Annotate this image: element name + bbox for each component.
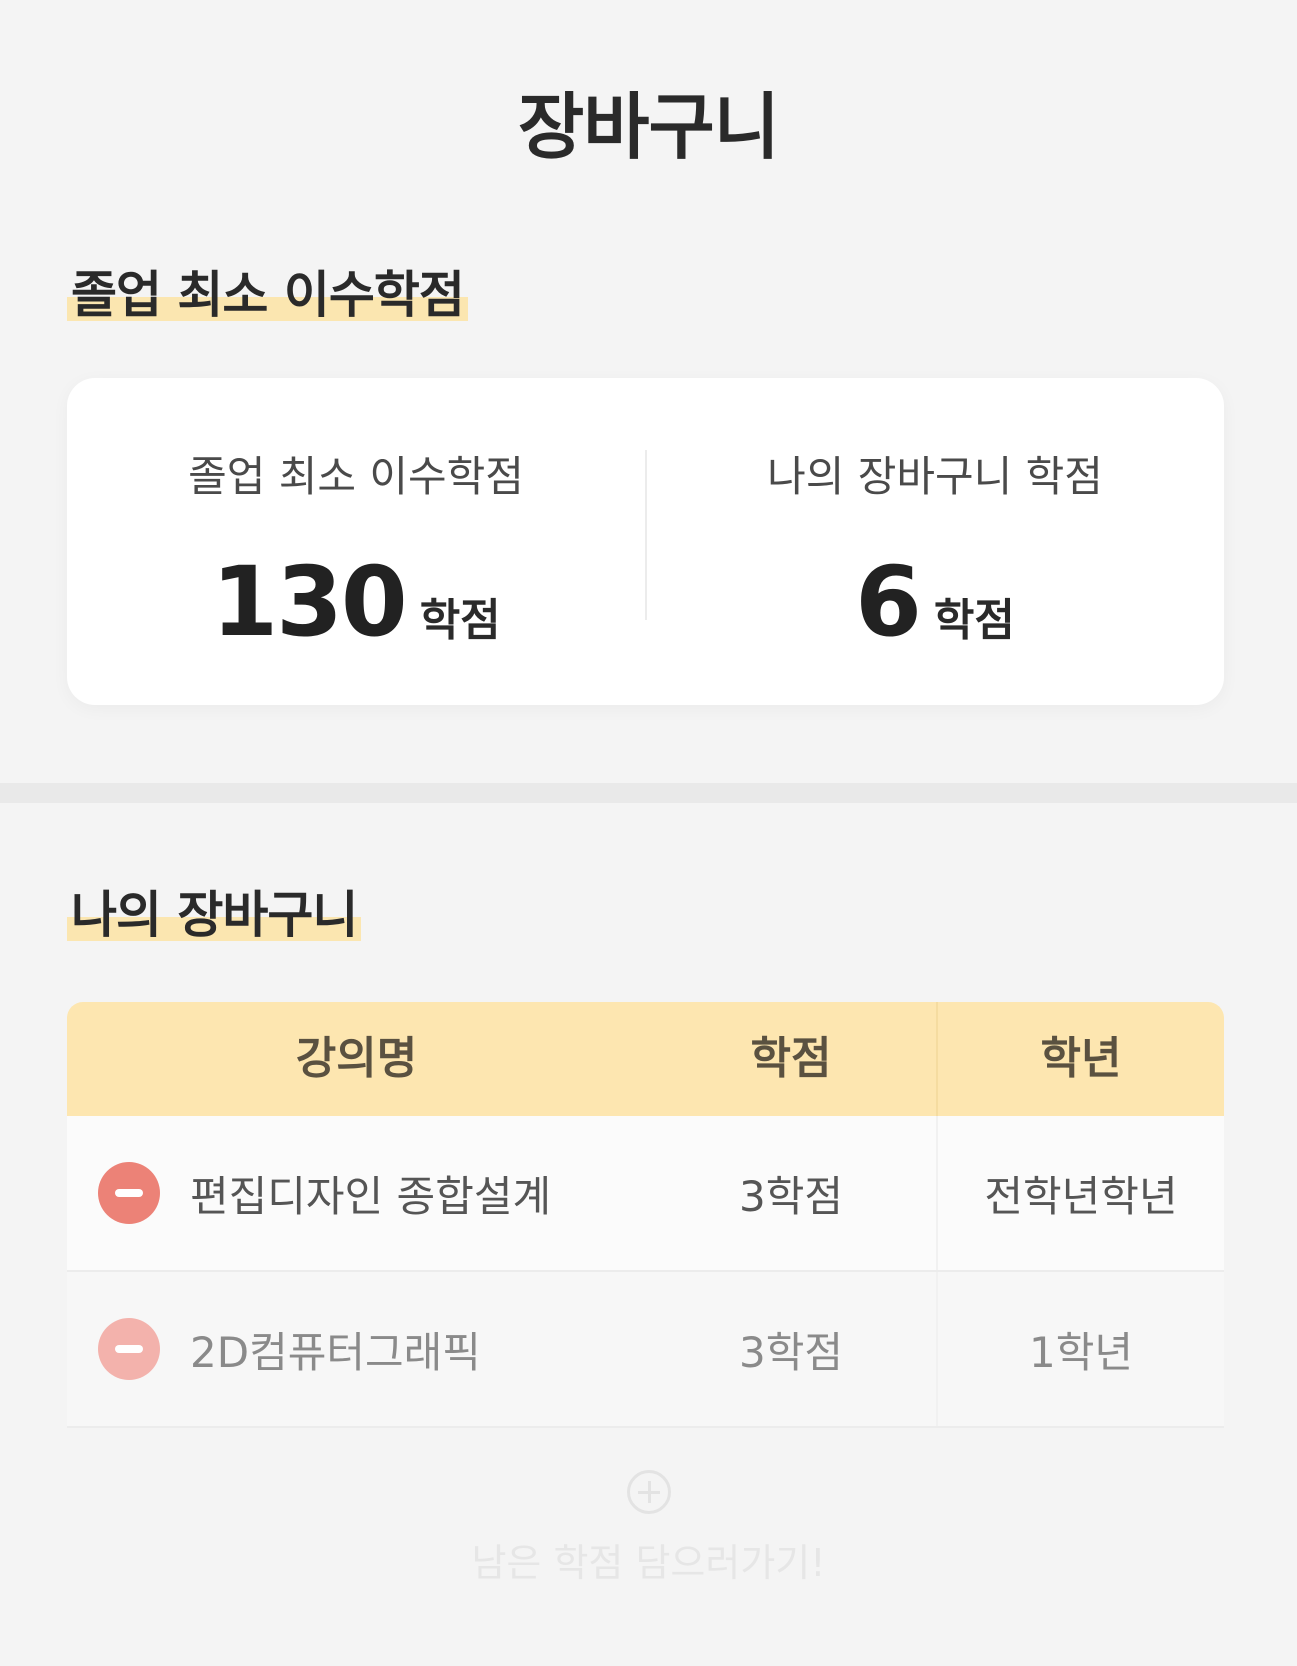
add-more-credits-label: 남은 학점 담으러가기! — [471, 1541, 826, 1585]
minus-circle-icon[interactable] — [98, 1318, 160, 1380]
min-credits-label: 졸업 최소 이수학점 — [188, 452, 524, 501]
cart-table: 강의명 학점 학년 편집디자인 종합설계 3학점 전학년학년 2D컴퓨터그래픽 … — [67, 1002, 1224, 1428]
min-credits-unit: 학점 — [419, 595, 501, 646]
min-credits-value-row: 130 학점 — [67, 546, 645, 658]
table-row: 2D컴퓨터그래픽 3학점 1학년 — [67, 1272, 1224, 1428]
cart-credits-label: 나의 장바구니 학점 — [767, 452, 1103, 501]
add-more-credits-button[interactable]: 남은 학점 담으러가기! — [0, 1470, 1297, 1587]
course-name: 편집디자인 종합설계 — [190, 1171, 552, 1221]
graduation-credits-heading: 졸업 최소 이수학점 — [67, 255, 468, 327]
credit-cell: 3학점 — [738, 1327, 843, 1377]
cart-page: 장바구니 졸업 최소 이수학점 졸업 최소 이수학점 130 학점 나의 장바구… — [0, 0, 1297, 1666]
grade-cell: 1학년 — [936, 1272, 1224, 1426]
course-cell: 2D컴퓨터그래픽 — [67, 1272, 646, 1426]
min-credits-value: 130 — [211, 546, 407, 658]
cart-credits-unit: 학점 — [933, 595, 1015, 646]
minus-circle-icon[interactable] — [98, 1162, 160, 1224]
column-header-course: 강의명 — [295, 1033, 418, 1084]
min-credits-summary: 졸업 최소 이수학점 130 학점 — [67, 378, 645, 705]
plus-circle-icon — [626, 1470, 671, 1514]
column-header-grade: 학년 — [936, 1002, 1224, 1116]
column-header-credit: 학점 — [750, 1033, 832, 1084]
table-row: 편집디자인 종합설계 3학점 전학년학년 — [67, 1116, 1224, 1272]
cart-credits-value-row: 6 학점 — [646, 546, 1224, 658]
cart-credits-summary: 나의 장바구니 학점 6 학점 — [646, 378, 1224, 705]
cart-credits-value: 6 — [855, 546, 922, 658]
credit-summary-card: 졸업 최소 이수학점 130 학점 나의 장바구니 학점 6 학점 — [67, 378, 1224, 705]
credit-cell: 3학점 — [738, 1171, 843, 1221]
cart-table-header: 강의명 학점 학년 — [67, 1002, 1224, 1116]
grade-cell: 전학년학년 — [936, 1116, 1224, 1270]
my-cart-heading: 나의 장바구니 — [67, 875, 362, 947]
course-cell: 편집디자인 종합설계 — [67, 1116, 646, 1270]
section-divider-band — [0, 783, 1297, 803]
page-title: 장바구니 — [518, 85, 780, 169]
course-name: 2D컴퓨터그래픽 — [190, 1327, 481, 1377]
